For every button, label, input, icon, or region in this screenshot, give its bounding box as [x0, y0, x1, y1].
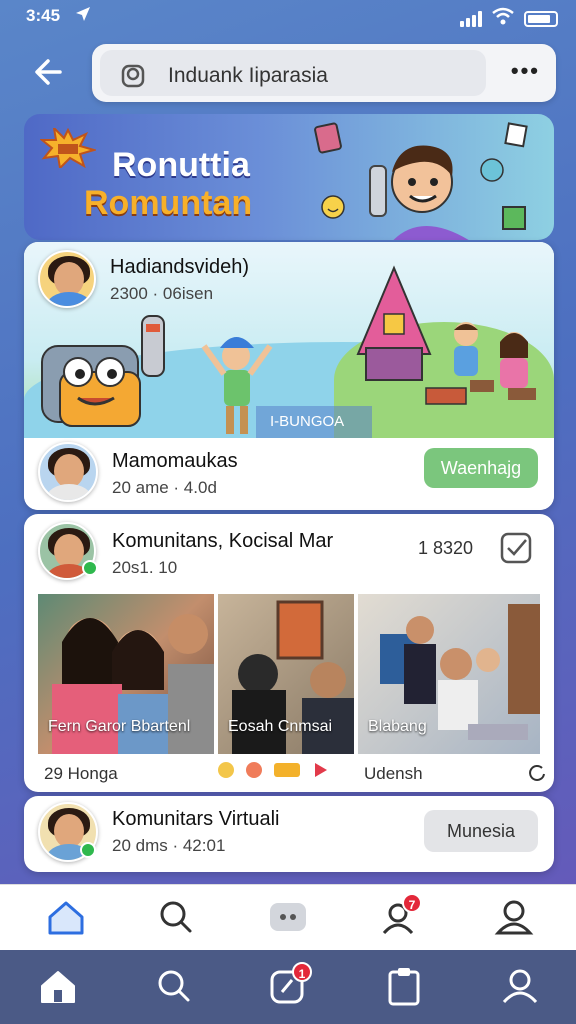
profile-icon	[494, 900, 534, 935]
avatar[interactable]	[38, 442, 98, 502]
featured-post-card[interactable]: I-BUNGOA Hadiandsvideh) 2300 · 06isen Ma…	[24, 242, 554, 510]
tab-search-secondary[interactable]	[152, 966, 196, 1010]
notification-badge: 1	[292, 962, 312, 982]
tab-search[interactable]	[154, 897, 198, 941]
join-button[interactable]: Waenhajg	[424, 448, 538, 488]
location-arrow-icon	[74, 5, 92, 28]
profile-icon	[502, 969, 538, 1004]
message-button[interactable]: Munesia	[424, 810, 538, 852]
post-title: Hadiandsvideh)	[110, 256, 249, 278]
notification-badge: 7	[402, 893, 422, 913]
starburst-badge-icon	[40, 128, 96, 168]
tab-create-secondary[interactable]: 1	[266, 962, 312, 1010]
card-icon	[314, 122, 342, 154]
wifi-icon	[492, 7, 514, 30]
online-status-icon	[82, 560, 98, 576]
comments-count: Udensh	[364, 764, 423, 783]
search-icon	[158, 970, 190, 1002]
post-meta: 2300 · 06isen	[110, 284, 214, 303]
home-icon	[48, 901, 84, 935]
photo-tile[interactable]: Fern Garor Bbartenl	[38, 594, 214, 754]
smile-icon	[321, 195, 345, 219]
tab-home[interactable]	[44, 897, 88, 941]
community-post-card[interactable]: Komunitans, Kocisal Mar 20s1. 10 1 8320 …	[24, 514, 554, 792]
robot-illustration	[41, 315, 165, 427]
app-tab-bar: 7	[0, 884, 576, 950]
post-meta: 20s1. 10	[112, 558, 178, 577]
tab-profile[interactable]	[492, 897, 536, 941]
post-title: Komunitans, Kocisal Mar	[112, 530, 334, 552]
post-meta: 20 dms · 42:01	[112, 836, 226, 855]
back-button[interactable]	[26, 52, 70, 92]
picture-icon	[502, 206, 526, 230]
photo-icon	[504, 122, 528, 148]
virtual-community-card[interactable]: Komunitars Virtuali 20 dms · 42:01 Munes…	[24, 796, 554, 872]
banner-title: Ronuttia	[112, 146, 250, 184]
checkbox[interactable]	[500, 532, 532, 569]
status-icons	[460, 7, 558, 30]
children-group-illustration	[425, 322, 536, 405]
post-title: Mamomaukas	[112, 450, 238, 472]
banner-subtitle: Romuntan	[84, 184, 253, 222]
member-count: 1 8320	[418, 538, 474, 558]
tab-notifications[interactable]: 7	[378, 893, 422, 941]
heart-reaction-icon	[246, 762, 262, 778]
boy-character-illustration	[369, 145, 469, 240]
search-box[interactable]: Induank Iiparasia •••	[92, 44, 556, 102]
photo-caption: Fern Garor Bbartenl	[48, 718, 191, 735]
face-reaction-icon	[218, 762, 234, 778]
search-icon	[160, 901, 192, 933]
banner: Ronuttia Romuntan	[24, 114, 554, 240]
photo-tile[interactable]: Eosah Cnmsai	[218, 594, 354, 754]
post-meta: 20 ame · 4.0d	[112, 478, 217, 497]
likes-count: 29 Honga	[44, 764, 118, 783]
emoji-icon	[480, 158, 504, 182]
tab-home-secondary[interactable]	[36, 966, 80, 1010]
clipboard-icon	[388, 968, 420, 1006]
online-status-icon	[80, 842, 96, 858]
search-icon	[120, 63, 146, 89]
photo-caption: Eosah Cnmsai	[228, 718, 333, 735]
checkbox-icon	[500, 532, 532, 564]
tab-messages[interactable]	[266, 897, 310, 941]
top-bar: Induank Iiparasia •••	[0, 40, 576, 106]
status-time: 3:45	[26, 6, 61, 25]
tab-saved-secondary[interactable]	[382, 966, 426, 1010]
photo-caption: Blabang	[368, 718, 427, 735]
featured-illustration: I-BUNGOA	[24, 242, 554, 438]
badge-reaction-icon	[274, 763, 300, 777]
post-title: Komunitars Virtuali	[112, 808, 280, 830]
signal-icon	[460, 10, 482, 27]
chat-icon	[270, 903, 306, 931]
tab-profile-secondary[interactable]	[498, 966, 542, 1010]
refresh-icon[interactable]	[528, 764, 546, 782]
search-field[interactable]: Induank Iiparasia	[100, 50, 486, 96]
more-options-button[interactable]: •••	[511, 58, 540, 84]
search-input[interactable]: Induank Iiparasia	[168, 64, 328, 88]
status-bar: 3:45	[0, 0, 576, 34]
home-icon	[41, 971, 75, 1003]
battery-icon	[524, 10, 558, 27]
arrow-left-icon	[35, 59, 62, 85]
system-tab-bar: 1	[0, 950, 576, 1024]
photo-tile[interactable]: Blabang	[358, 594, 540, 754]
play-reaction-icon	[315, 763, 327, 777]
reaction-icons	[216, 760, 330, 780]
illustration-sign: I-BUNGOA	[256, 406, 372, 438]
card-footer: Mamomaukas 20 ame · 4.0d Waenhajg	[24, 438, 554, 510]
avatar[interactable]	[38, 250, 96, 308]
